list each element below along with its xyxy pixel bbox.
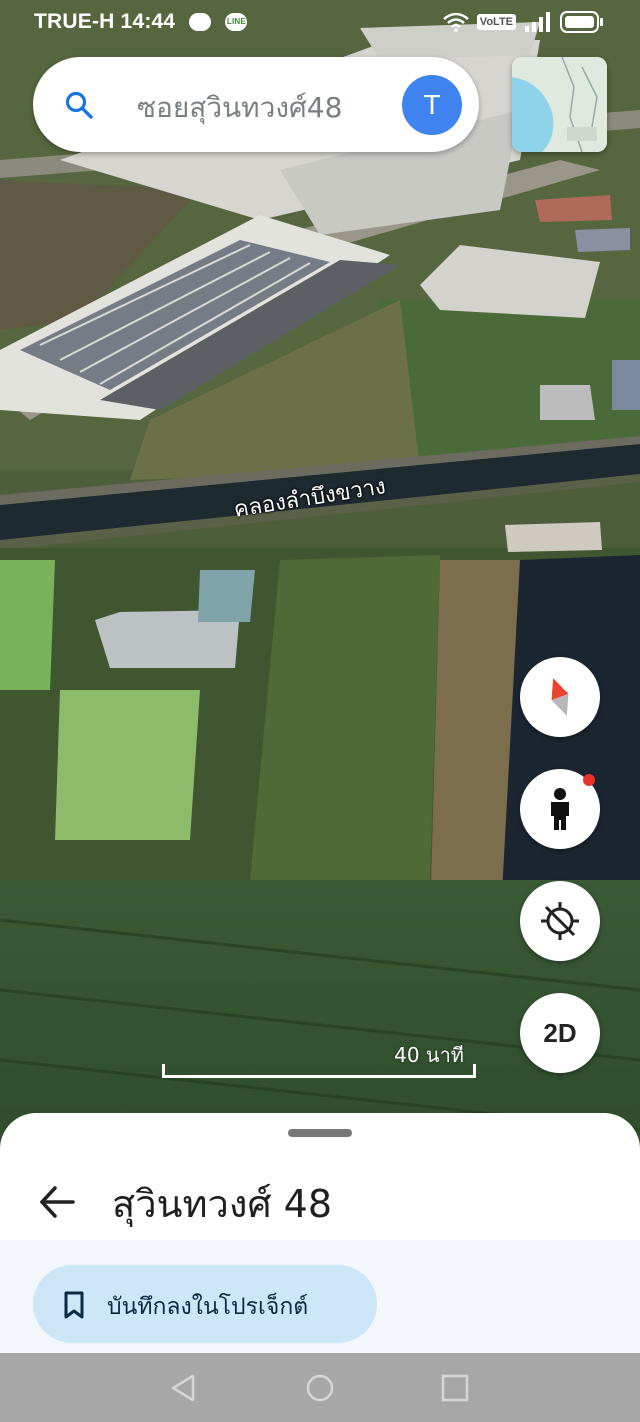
bottom-sheet[interactable]: สุวินทวงศ์ 48 บันทึกลงในโปรเจ็กต์ [0,1113,640,1353]
view-2d-label: 2D [543,1017,577,1048]
back-arrow-icon[interactable] [38,1183,76,1221]
location-off-icon [541,902,579,940]
status-bar: TRUE-H 14:44 LINE VoLTE [0,0,640,46]
notification-dot [583,774,595,786]
layers-thumbnail-icon [512,57,607,152]
nav-recents-icon[interactable] [440,1373,470,1403]
volte-badge: VoLTE [476,14,516,30]
nav-home-icon[interactable] [305,1373,335,1403]
save-to-project-button[interactable]: บันทึกลงในโปรเจ็กต์ [33,1265,377,1343]
search-icon[interactable] [63,89,95,121]
compass-button[interactable] [520,657,600,737]
place-title: สุวินทวงศ์ 48 [112,1182,333,1226]
status-left: TRUE-H 14:44 LINE [34,10,248,34]
my-location-button[interactable] [520,881,600,961]
avatar[interactable]: T [402,75,462,135]
status-right: VoLTE [442,11,604,33]
signal-icon [525,12,550,32]
battery-icon [560,11,603,33]
compass-icon [551,678,569,716]
search-bar[interactable]: ซอยสุวินทวงศ์48 T [33,57,479,152]
line-app-icon: LINE [225,13,248,32]
street-view-icon [551,788,569,830]
nav-back-icon[interactable] [168,1373,198,1403]
search-input[interactable]: ซอยสุวินทวงศ์48 [137,86,342,130]
save-to-project-label: บันทึกลงในโปรเจ็กต์ [107,1294,309,1320]
map-scale: 40 นาที [162,1036,478,1080]
wifi-icon [442,12,469,32]
street-view-button[interactable] [520,769,600,849]
bookmark-icon [64,1291,84,1319]
sheet-drag-handle[interactable] [288,1129,352,1137]
layers-button[interactable] [512,57,607,152]
carrier-time: TRUE-H 14:44 [34,10,176,33]
message-icon [189,13,212,32]
scale-bar [162,1064,476,1078]
system-nav-bar [0,1353,640,1422]
view-2d-button[interactable]: 2D [520,993,600,1073]
